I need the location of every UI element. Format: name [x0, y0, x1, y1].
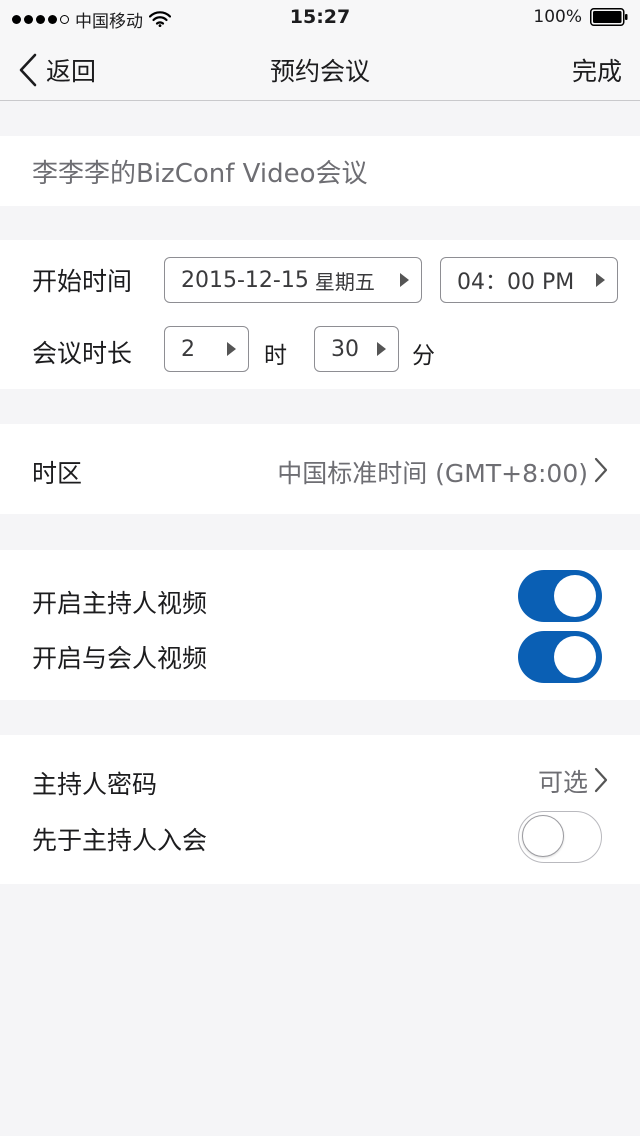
timezone-row[interactable]: 时区 中国标准时间 (GMT+8:00) [0, 424, 640, 514]
timezone-value: 中国标准时间 (GMT+8:00) [277, 459, 588, 488]
toggle-knob [554, 636, 596, 678]
date-value: 2015-12-15 [181, 267, 309, 293]
triangle-right-icon [377, 342, 386, 356]
triangle-right-icon [400, 273, 409, 287]
host-password-value: 可选 [537, 768, 588, 797]
timezone-label: 时区 [32, 459, 83, 488]
done-button[interactable]: 完成 [572, 52, 622, 88]
host-video-toggle[interactable] [518, 570, 602, 622]
host-password-label: 主持人密码 [32, 770, 158, 799]
toggle-knob [522, 815, 564, 857]
hours-value: 2 [181, 336, 195, 362]
video-section: 开启主持人视频 开启与会人视频 [0, 550, 640, 700]
battery-percent: 100% [533, 7, 582, 27]
triangle-right-icon [596, 273, 605, 287]
participant-video-toggle[interactable] [518, 631, 602, 683]
status-bar: 中国移动 15:27 100% [0, 0, 640, 40]
host-password-row[interactable]: 主持人密码 可选 [0, 735, 640, 815]
join-before-host-label: 先于主持人入会 [32, 826, 208, 855]
date-picker[interactable]: 2015-12-15 星期五 [164, 257, 422, 303]
security-section: 主持人密码 可选 先于主持人入会 [0, 735, 640, 884]
toggle-knob [554, 575, 596, 617]
page-title: 预约会议 [269, 57, 370, 86]
meeting-name-section [0, 136, 640, 206]
minutes-picker[interactable]: 30 [314, 326, 399, 372]
time-value: 04：00 PM [457, 270, 575, 295]
participant-video-label: 开启与会人视频 [32, 644, 208, 673]
minutes-unit: 分 [412, 343, 435, 369]
join-before-host-toggle[interactable] [518, 811, 602, 863]
hours-picker[interactable]: 2 [164, 326, 249, 372]
weekday-value: 星期五 [314, 269, 375, 294]
time-picker[interactable]: 04：00 PM [440, 257, 618, 303]
meeting-name-input[interactable] [32, 136, 608, 206]
minutes-value: 30 [331, 336, 359, 362]
start-time-label: 开始时间 [32, 267, 133, 296]
chevron-right-icon [594, 457, 608, 483]
schedule-section: 开始时间 2015-12-15 星期五 04：00 PM 会议时长 2 时 30… [0, 240, 640, 389]
chevron-right-icon [594, 767, 608, 793]
battery-icon [590, 8, 628, 26]
nav-bar: 返回 预约会议 完成 [0, 40, 640, 101]
duration-label: 会议时长 [32, 339, 133, 368]
hours-unit: 时 [264, 343, 287, 369]
triangle-right-icon [227, 342, 236, 356]
host-video-label: 开启主持人视频 [32, 589, 208, 618]
status-right: 100% [533, 7, 628, 27]
